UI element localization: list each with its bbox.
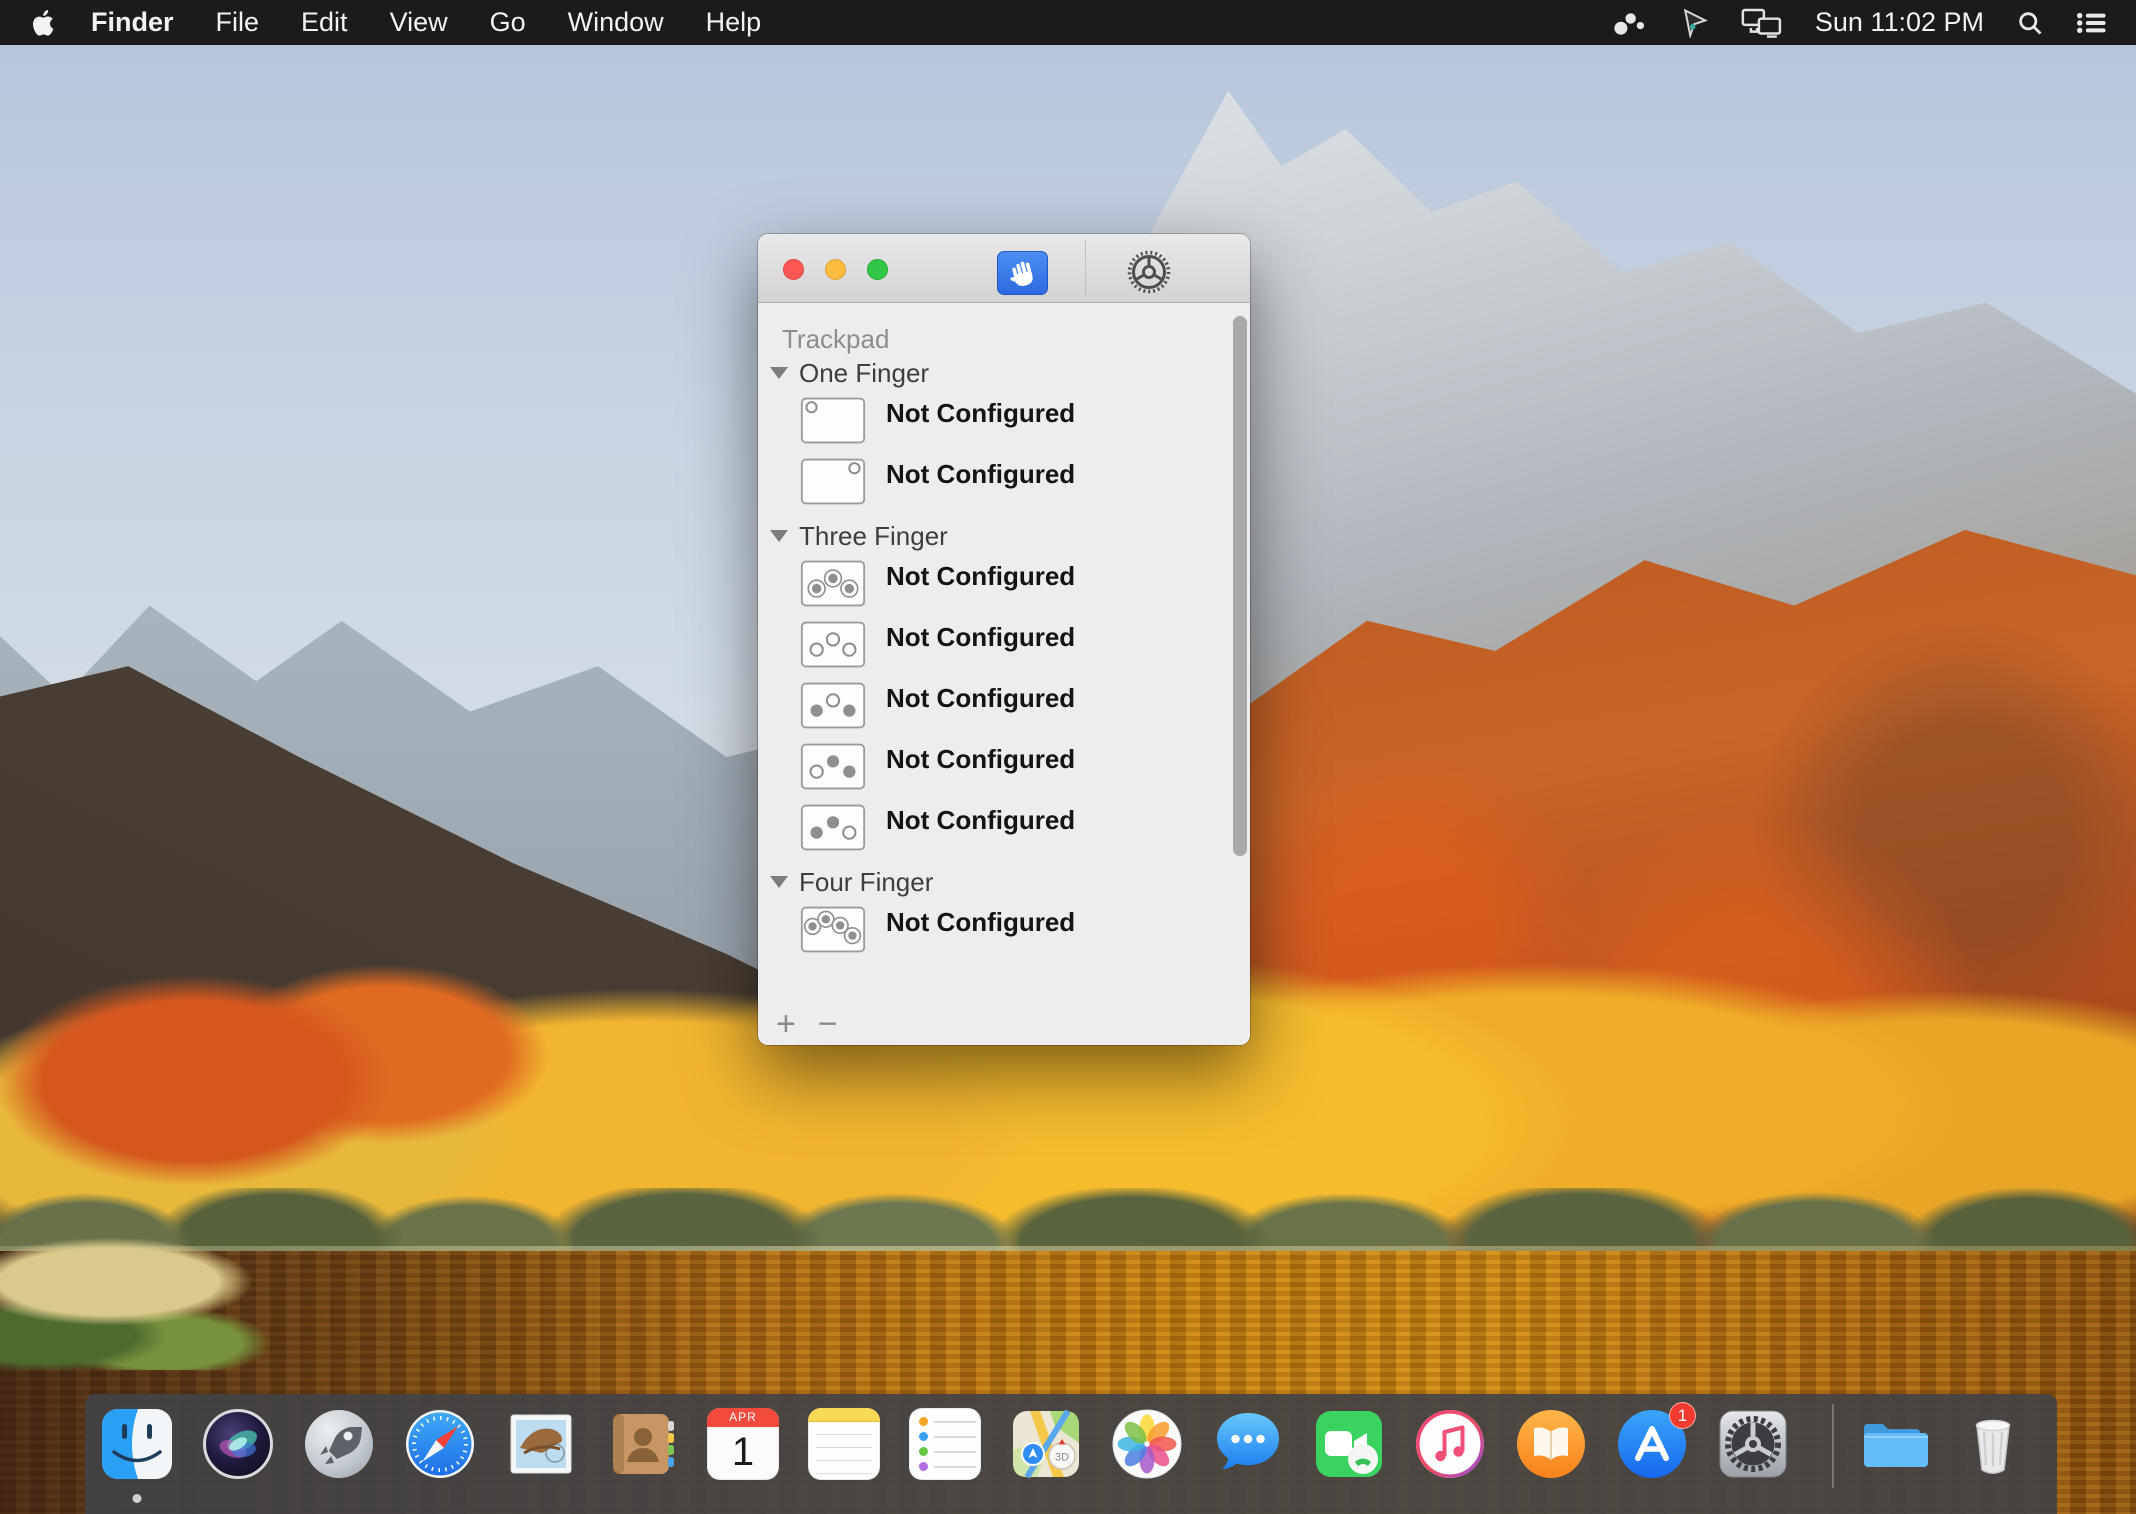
trackpad-hand-icon	[1006, 256, 1040, 290]
trackpad-gesture-icon	[800, 804, 866, 851]
menu-bar-clock[interactable]: Sun 11:02 PM	[1815, 7, 1984, 38]
toolbar-tab-settings[interactable]	[1124, 247, 1174, 297]
dock-item-folder[interactable]	[1856, 1408, 1928, 1480]
toolbar-tab-trackpad[interactable]	[997, 251, 1048, 295]
trackpad-gesture-icon	[800, 458, 866, 505]
dock-item-safari[interactable]	[404, 1408, 476, 1480]
trackpad-gesture-icon	[800, 397, 866, 444]
menu-item-file[interactable]: File	[195, 7, 281, 37]
menu-item-help[interactable]: Help	[685, 7, 783, 37]
section-label: Three Finger	[799, 521, 948, 552]
gear-icon	[1125, 248, 1173, 296]
gesture-action-label: Not Configured	[886, 683, 1075, 729]
add-gesture-button[interactable]: +	[776, 1007, 796, 1041]
dock-item-itunes[interactable]	[1414, 1408, 1486, 1480]
menu-bar-left: FinderFileEditViewGoWindowHelp	[0, 7, 782, 38]
scrollbar[interactable]	[1233, 316, 1247, 856]
calendar-day-label: 1	[707, 1427, 779, 1480]
gesture-action-label: Not Configured	[886, 622, 1075, 668]
dock-item-photos[interactable]	[1111, 1408, 1183, 1480]
dock-item-maps[interactable]: 3D	[1010, 1408, 1082, 1480]
gesture-action-label: Not Configured	[886, 907, 1075, 953]
gesture-action-label: Not Configured	[886, 744, 1075, 790]
dock-item-finder[interactable]	[101, 1408, 173, 1480]
app-menus: FinderFileEditViewGoWindowHelp	[70, 7, 782, 38]
gesture-list-pane: Trackpad One Finger Not Configured Not Con…	[758, 303, 1250, 1045]
dock-divider[interactable]	[1832, 1404, 1834, 1488]
gesture-action-label: Not Configured	[886, 561, 1075, 607]
dock-items: APR13D1	[85, 1394, 2029, 1488]
gesture-row[interactable]: Not Configured	[800, 397, 1250, 444]
gesture-row[interactable]: Not Configured	[800, 458, 1250, 505]
displays-icon[interactable]	[1741, 0, 1783, 45]
gesture-action-label: Not Configured	[886, 398, 1075, 444]
menu-bar-status: Sun 11:02 PM	[1613, 0, 2136, 45]
menu-item-finder[interactable]: Finder	[70, 7, 195, 37]
toolbar-separator	[1085, 240, 1086, 296]
dock-item-notes[interactable]	[808, 1408, 880, 1480]
calendar-month-label: APR	[707, 1408, 779, 1427]
pointer-icon[interactable]	[1679, 0, 1709, 45]
menu-item-window[interactable]: Window	[547, 7, 685, 37]
gesture-row[interactable]: Not Configured	[800, 743, 1250, 790]
trackpad-gesture-icon	[800, 906, 866, 953]
gesture-config-window: Trackpad One Finger Not Configured Not Con…	[758, 234, 1250, 1045]
running-indicator	[133, 1494, 142, 1503]
desktop[interactable]: FinderFileEditViewGoWindowHelp Sun 11:02…	[0, 0, 2136, 1514]
gesture-sections: One Finger Not Configured Not Configured Th…	[758, 356, 1250, 953]
dock-item-calendar[interactable]: APR1	[707, 1408, 779, 1480]
minimize-button[interactable]	[825, 259, 846, 280]
menu-item-go[interactable]: Go	[469, 7, 547, 37]
gesture-action-label: Not Configured	[886, 805, 1075, 851]
dock-item-app-store[interactable]: 1	[1616, 1408, 1688, 1480]
menu-item-view[interactable]: View	[369, 7, 469, 37]
dock-item-siri[interactable]	[202, 1408, 274, 1480]
btt-dots-icon[interactable]	[1613, 0, 1647, 45]
zoom-button[interactable]	[867, 259, 888, 280]
trackpad-gesture-icon	[800, 560, 866, 607]
svg-text:3D: 3D	[1055, 1452, 1069, 1464]
disclosure-triangle-icon[interactable]	[770, 530, 788, 542]
gesture-row[interactable]: Not Configured	[800, 804, 1250, 851]
close-button[interactable]	[783, 259, 804, 280]
pane-title: Trackpad	[782, 324, 1250, 354]
section-label: Four Finger	[799, 867, 933, 898]
dock-item-ibooks[interactable]	[1515, 1408, 1587, 1480]
remove-gesture-button[interactable]: −	[818, 1007, 838, 1041]
dock-item-reminders[interactable]	[909, 1408, 981, 1480]
section-header-three-finger[interactable]: Three Finger	[770, 519, 1250, 553]
dock-item-facetime[interactable]	[1313, 1408, 1385, 1480]
section-header-four-finger[interactable]: Four Finger	[770, 865, 1250, 899]
notification-badge: 1	[1669, 1402, 1696, 1429]
dock-item-launchpad[interactable]	[303, 1408, 375, 1480]
dock-item-system-preferences[interactable]	[1717, 1408, 1789, 1480]
gesture-row[interactable]: Not Configured	[800, 906, 1250, 953]
trackpad-gesture-icon	[800, 743, 866, 790]
notification-center-icon[interactable]	[2076, 0, 2108, 45]
dock: APR13D1	[85, 1394, 2057, 1514]
gesture-row[interactable]: Not Configured	[800, 621, 1250, 668]
dock-item-mail[interactable]	[505, 1408, 577, 1480]
menu-bar: FinderFileEditViewGoWindowHelp Sun 11:02…	[0, 0, 2136, 45]
gesture-row[interactable]: Not Configured	[800, 682, 1250, 729]
apple-logo-icon	[32, 10, 54, 36]
trackpad-gesture-icon	[800, 682, 866, 729]
section-header-one-finger[interactable]: One Finger	[770, 356, 1250, 390]
section-label: One Finger	[799, 358, 929, 389]
window-titlebar[interactable]	[758, 234, 1250, 303]
trackpad-gesture-icon	[800, 621, 866, 668]
dock-item-messages[interactable]	[1212, 1408, 1284, 1480]
gesture-action-label: Not Configured	[886, 459, 1075, 505]
disclosure-triangle-icon[interactable]	[770, 876, 788, 888]
gesture-row[interactable]: Not Configured	[800, 560, 1250, 607]
menu-item-edit[interactable]: Edit	[280, 7, 369, 37]
spotlight-icon[interactable]	[2016, 0, 2044, 45]
dock-item-trash[interactable]	[1957, 1408, 2029, 1480]
list-footer: + −	[776, 1007, 838, 1041]
apple-menu[interactable]	[30, 8, 56, 38]
dock-item-contacts[interactable]	[606, 1408, 678, 1480]
wallpaper-reeds	[0, 1234, 363, 1370]
disclosure-triangle-icon[interactable]	[770, 367, 788, 379]
